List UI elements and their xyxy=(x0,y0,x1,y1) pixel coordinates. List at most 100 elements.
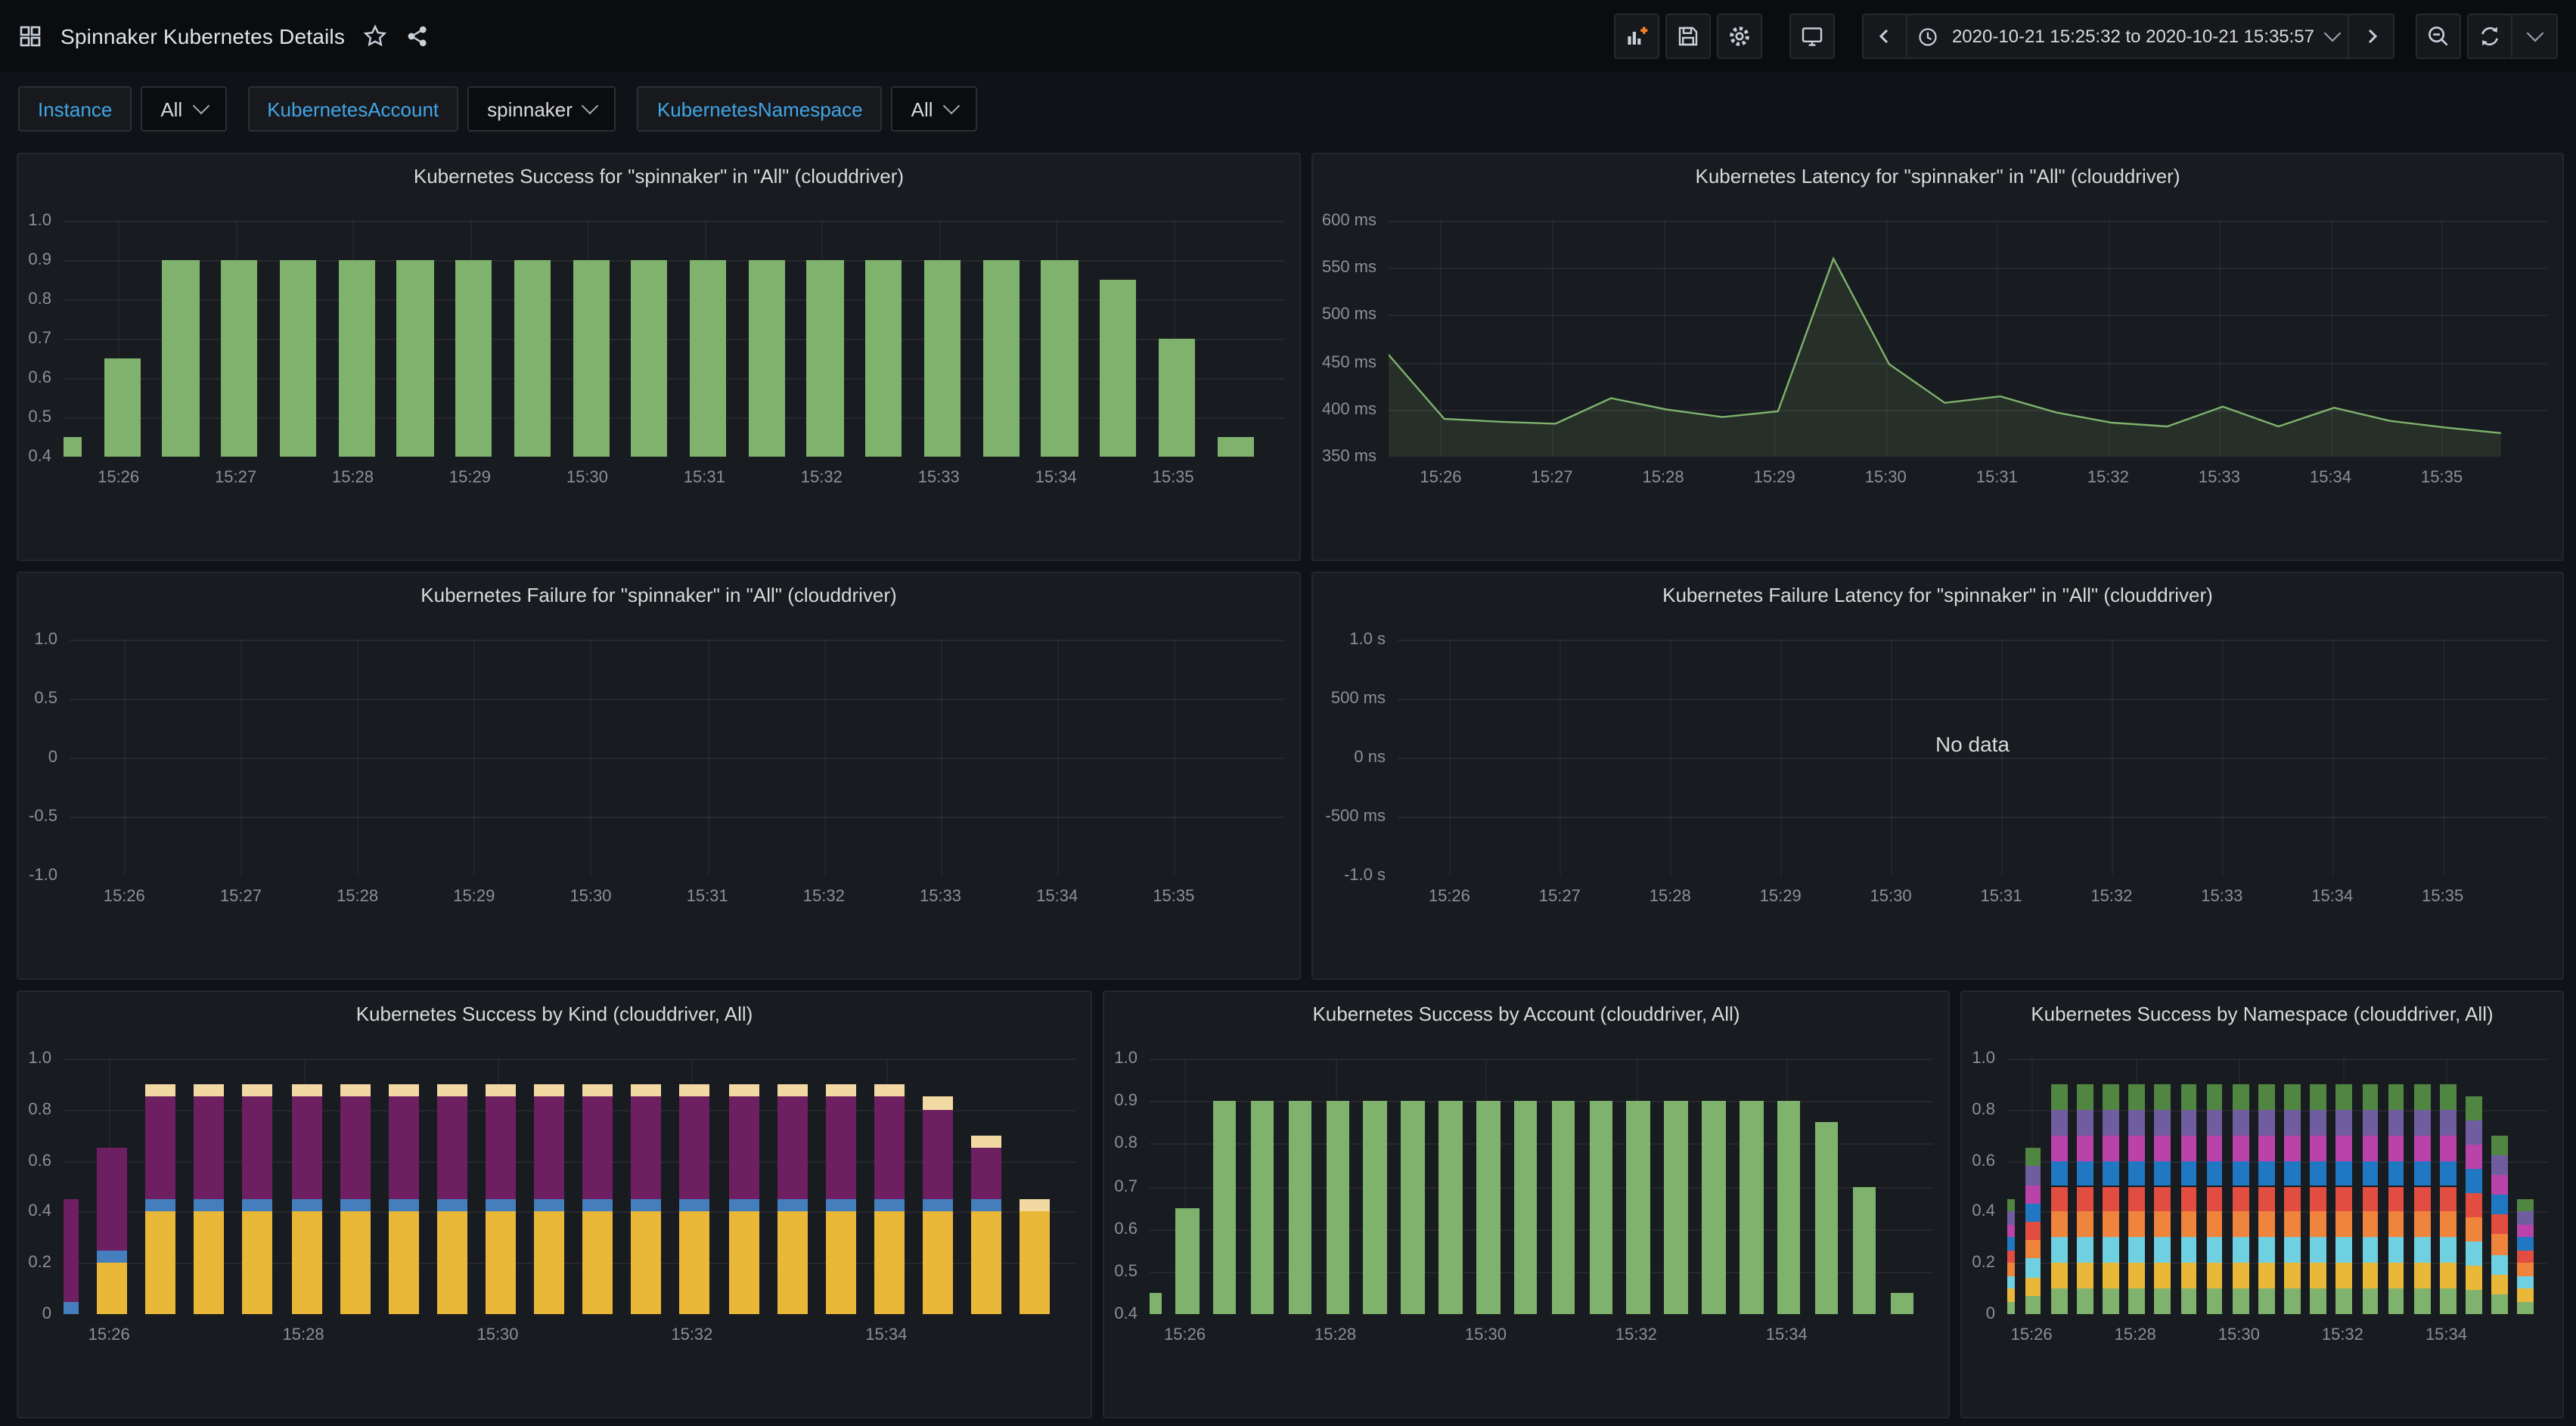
chart-bar xyxy=(2129,1135,2145,1161)
variable-value-text: All xyxy=(911,98,933,120)
chart-bar xyxy=(807,260,843,457)
y-tick-label: 0.7 xyxy=(1114,1176,1137,1197)
chart-bar xyxy=(2311,1186,2326,1212)
chart-bar xyxy=(2007,1263,2016,1276)
chart-bar xyxy=(1159,339,1195,457)
x-tick-label: 15:27 xyxy=(1531,469,1572,487)
zoom-out-time-button[interactable] xyxy=(2416,14,2461,59)
chart-bar xyxy=(826,1212,856,1314)
chart-bar xyxy=(2077,1084,2093,1110)
plot-area[interactable] xyxy=(64,1037,1075,1314)
save-dashboard-button[interactable] xyxy=(1666,14,1712,59)
time-shift-forward-button[interactable] xyxy=(2349,14,2394,59)
x-tick-label: 15:35 xyxy=(2421,469,2463,487)
x-tick-label: 15:29 xyxy=(1754,469,1795,487)
dashboard-title[interactable]: Spinnaker Kubernetes Details xyxy=(61,24,345,48)
chevron-down-icon xyxy=(942,98,960,115)
chart-bar xyxy=(2336,1212,2352,1238)
chart-bar xyxy=(2180,1110,2196,1136)
chart-bar xyxy=(582,1199,613,1212)
chart-bar xyxy=(2491,1235,2507,1254)
x-tick-label: 15:34 xyxy=(865,1326,907,1344)
y-tick-label: 0.9 xyxy=(28,250,51,271)
chart-bar xyxy=(2025,1277,2041,1295)
chart-bar xyxy=(923,1199,953,1212)
x-tick-label: 15:30 xyxy=(1870,888,1912,906)
chart-bar xyxy=(728,1097,759,1199)
chart-bar xyxy=(2311,1161,2326,1186)
chart-bar xyxy=(2491,1215,2507,1235)
chart-bar xyxy=(2129,1186,2145,1212)
chart-bar xyxy=(2233,1084,2249,1110)
x-axis-labels: 15:2615:2815:3015:3215:34 xyxy=(2007,1326,2547,1350)
plot-area[interactable]: No data xyxy=(1398,618,2547,876)
line-series xyxy=(1389,200,2547,457)
chart-bar xyxy=(194,1084,225,1097)
chart-bar xyxy=(826,1084,856,1097)
variable-kubernetes-account-value[interactable]: spinnaker xyxy=(467,86,616,132)
chevron-down-icon xyxy=(2324,25,2342,42)
chart-bar xyxy=(2311,1288,2326,1314)
chart-bar xyxy=(2155,1186,2171,1212)
time-shift-back-button[interactable] xyxy=(1863,14,1908,59)
x-axis-labels: 15:2615:2715:2815:2915:3015:3115:3215:33… xyxy=(1389,469,2547,493)
chart-bar xyxy=(2258,1110,2274,1136)
variable-instance-label[interactable]: Instance xyxy=(18,86,132,132)
chart-bar xyxy=(2025,1240,2041,1258)
chart-bar xyxy=(2388,1263,2404,1288)
gridline-horizontal xyxy=(1398,817,2547,818)
chart-bar xyxy=(104,358,140,457)
chart-bar xyxy=(486,1212,516,1314)
chart-bar xyxy=(340,1212,370,1314)
chart-bar xyxy=(2129,1161,2145,1186)
refresh-button[interactable] xyxy=(2467,14,2512,59)
chart-bar xyxy=(2388,1135,2404,1161)
dashboard-settings-button[interactable] xyxy=(1718,14,1763,59)
x-tick-label: 15:28 xyxy=(1650,888,1691,906)
gridline-horizontal xyxy=(70,817,1284,818)
chart-bar xyxy=(690,260,726,457)
chart-bar xyxy=(1020,1199,1050,1212)
chart-bar xyxy=(2491,1274,2507,1294)
cycle-view-mode-button[interactable] xyxy=(1790,14,1836,59)
chart-bar xyxy=(2336,1263,2352,1288)
x-tick-label: 15:30 xyxy=(1865,469,1907,487)
chart-bar xyxy=(632,1097,662,1199)
variable-kubernetes-account-label[interactable]: KubernetesAccount xyxy=(247,86,458,132)
variable-kubernetes-namespace-label[interactable]: KubernetesNamespace xyxy=(638,86,883,132)
chart-bar xyxy=(291,1199,321,1212)
chart-bar xyxy=(971,1212,1001,1314)
plot-area[interactable] xyxy=(70,618,1284,876)
plot-area[interactable] xyxy=(1389,200,2547,457)
x-tick-label: 15:32 xyxy=(671,1326,712,1344)
y-tick-label: 0.4 xyxy=(28,1201,51,1223)
gridline-horizontal xyxy=(64,1059,1075,1060)
plot-area[interactable] xyxy=(1150,1037,1933,1314)
chart-bar xyxy=(2491,1135,2507,1155)
y-tick-label: 0.8 xyxy=(1972,1099,1995,1121)
chart-bar xyxy=(2077,1135,2093,1161)
chart-bar xyxy=(777,1084,807,1097)
y-axis-labels: 1.00.90.80.70.60.50.4 xyxy=(18,200,51,457)
dashboard-grid-icon[interactable] xyxy=(18,24,42,48)
refresh-interval-dropdown[interactable] xyxy=(2512,14,2558,59)
variable-kubernetes-namespace-value[interactable]: All xyxy=(892,86,977,132)
panel-success-by-account: Kubernetes Success by Account (clouddriv… xyxy=(1103,990,1950,1418)
chart-bar xyxy=(2206,1084,2222,1110)
chart-bar xyxy=(728,1212,759,1314)
add-panel-button[interactable] xyxy=(1615,14,1660,59)
chart-bar xyxy=(2103,1084,2118,1110)
chart-bar xyxy=(2362,1186,2378,1212)
chart-bar xyxy=(728,1084,759,1097)
x-tick-label: 15:32 xyxy=(2087,469,2129,487)
chart-bar xyxy=(2103,1263,2118,1288)
chart-bar xyxy=(2362,1161,2378,1186)
chart-bar xyxy=(865,260,902,457)
plot-area[interactable] xyxy=(64,200,1284,457)
chart-bar xyxy=(2007,1212,2016,1225)
variable-instance-value[interactable]: All xyxy=(141,86,226,132)
star-icon[interactable] xyxy=(363,24,387,48)
time-range-picker[interactable]: 2020-10-21 15:25:32 to 2020-10-21 15:35:… xyxy=(1908,14,2349,59)
plot-area[interactable] xyxy=(2007,1037,2547,1314)
share-icon[interactable] xyxy=(405,24,430,48)
